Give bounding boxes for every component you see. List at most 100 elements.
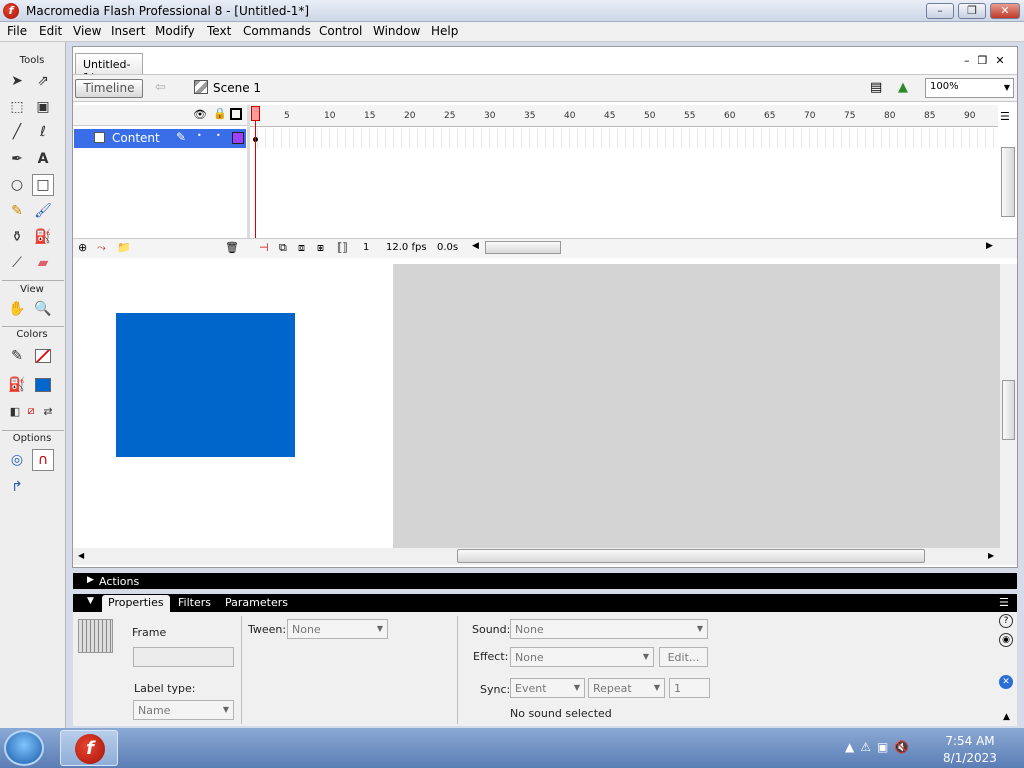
lock-dot[interactable]: • <box>216 131 221 140</box>
text-tool-icon[interactable]: A <box>32 148 54 170</box>
swap-colors-icon[interactable]: ⇄ <box>37 400 59 422</box>
fill-color-icon[interactable]: ⛽ <box>6 374 28 396</box>
tween-select[interactable]: None ▼ <box>287 619 388 639</box>
rectangle-tool-icon[interactable]: □ <box>32 174 54 196</box>
selection-tool-icon[interactable]: ➤ <box>6 70 28 92</box>
tab-parameters[interactable]: Parameters <box>225 596 288 609</box>
add-motion-guide-icon[interactable]: ⤳ <box>97 241 106 255</box>
scroll-left-icon[interactable]: ◀ <box>472 241 479 251</box>
blue-rectangle-shape[interactable] <box>116 313 295 457</box>
edit-scene-icon[interactable]: ▤ <box>870 80 882 95</box>
timeline-vscroll-thumb[interactable] <box>1001 147 1015 217</box>
zoom-select[interactable]: 100% ▼ <box>925 78 1014 98</box>
free-transform-tool-icon[interactable]: ⬚ <box>6 96 28 118</box>
menu-help[interactable]: Help <box>431 24 458 38</box>
snap-magnet-icon[interactable]: ∩ <box>32 449 54 471</box>
lock-icon[interactable]: 🔒 <box>213 107 227 120</box>
effect-select[interactable]: None ▼ <box>510 647 654 667</box>
menu-commands[interactable]: Commands <box>243 24 311 38</box>
layer-row[interactable]: Content ✎ • • <box>74 129 246 148</box>
playhead[interactable] <box>251 106 260 121</box>
clock[interactable]: 7:54 AM 8/1/2023 <box>940 733 1000 767</box>
repeat-select[interactable]: Repeat ▼ <box>588 678 665 698</box>
stage-hscroll-thumb[interactable] <box>457 549 925 563</box>
minimize-button[interactable]: – <box>926 3 954 19</box>
actions-panel-header[interactable]: ▶ Actions <box>73 573 1017 589</box>
add-folder-icon[interactable]: 📁 <box>117 241 131 254</box>
stage-vscroll-thumb[interactable] <box>1002 380 1015 440</box>
edit-multiple-frames-icon[interactable]: ⧆ <box>317 241 324 255</box>
frame-rate[interactable]: 12.0 fps <box>386 242 427 253</box>
outline-color-swatch[interactable] <box>232 132 244 144</box>
menu-text[interactable]: Text <box>207 24 231 38</box>
scroll-right-icon[interactable]: ▶ <box>986 241 993 251</box>
stroke-color-icon[interactable]: ✎ <box>6 345 28 367</box>
flash-taskbar-button[interactable]: f <box>60 730 118 766</box>
eraser-tool-icon[interactable]: ▰ <box>32 252 54 274</box>
timeline-divider[interactable] <box>247 105 250 258</box>
timeline-hscroll-thumb[interactable] <box>485 241 561 254</box>
fill-color-swatch[interactable] <box>32 374 54 396</box>
stroke-color-swatch[interactable] <box>32 345 54 367</box>
subselection-tool-icon[interactable]: ⇗ <box>32 70 54 92</box>
document-tab[interactable]: Untitled-1* <box>75 53 143 84</box>
maximize-button[interactable]: ❐ <box>958 3 986 19</box>
expand-panel-icon[interactable]: ▲ <box>1003 712 1010 722</box>
eye-icon[interactable]: 👁 <box>193 108 207 121</box>
onion-markers-icon[interactable]: ⟦⟧ <box>337 241 348 254</box>
menu-modify[interactable]: Modify <box>155 24 195 38</box>
panel-menu-icon[interactable]: ☰ <box>999 596 1009 609</box>
eyedropper-tool-icon[interactable]: ⟋ <box>6 252 28 274</box>
scroll-left-icon[interactable]: ◀ <box>78 551 84 560</box>
onion-outlines-icon[interactable]: ⧈ <box>298 241 305 255</box>
pen-tool-icon[interactable]: ✒ <box>6 148 28 170</box>
object-drawing-icon[interactable]: ◎ <box>6 449 28 471</box>
zoom-tool-icon[interactable]: 🔍 <box>32 298 54 320</box>
label-type-select[interactable]: Name ▼ <box>133 700 234 720</box>
close-button[interactable]: ✕ <box>990 3 1020 19</box>
menu-insert[interactable]: Insert <box>111 24 145 38</box>
outline-icon[interactable] <box>230 108 242 120</box>
menu-control[interactable]: Control <box>319 24 362 38</box>
back-arrow-icon[interactable]: ⇦ <box>155 80 166 95</box>
pencil-tool-icon[interactable]: ✎ <box>6 200 28 222</box>
menu-window[interactable]: Window <box>373 24 420 38</box>
timeline-toggle-button[interactable]: Timeline <box>75 79 143 98</box>
repeat-count-input[interactable]: 1 <box>669 678 710 698</box>
line-tool-icon[interactable]: ╱ <box>6 121 28 143</box>
start-button[interactable] <box>4 730 44 766</box>
sound-select[interactable]: None ▼ <box>510 619 708 639</box>
lasso-tool-icon[interactable]: ℓ <box>32 121 54 143</box>
timeline-menu-icon[interactable]: ☰ <box>1000 110 1010 123</box>
add-layer-icon[interactable]: ⊕ <box>78 241 87 254</box>
frame-ruler[interactable]: 1 5 10 15 20 25 30 35 40 45 50 55 60 65 … <box>250 105 998 127</box>
paint-bucket-tool-icon[interactable]: ⛽ <box>32 226 54 248</box>
accessibility-icon[interactable]: ◉ <box>999 633 1013 647</box>
help-icon[interactable]: ? <box>999 614 1013 628</box>
menu-view[interactable]: View <box>73 24 101 38</box>
edit-effect-button[interactable]: Edit... <box>659 647 708 667</box>
frame-name-input[interactable] <box>133 647 234 667</box>
scene-label[interactable]: Scene 1 <box>213 81 261 95</box>
smooth-option-icon[interactable]: ↱ <box>6 476 28 498</box>
collapse-arrow-icon[interactable]: ▼ <box>87 596 94 606</box>
trash-icon[interactable]: 🗑 <box>225 241 239 254</box>
collapse-panel-icon[interactable]: ✕ <box>999 675 1013 689</box>
document-window-controls[interactable]: –❐✕ <box>964 54 1013 67</box>
tab-filters[interactable]: Filters <box>178 596 211 609</box>
scroll-right-icon[interactable]: ▶ <box>988 551 994 560</box>
visibility-dot[interactable]: • <box>197 131 202 140</box>
tab-properties[interactable]: Properties <box>102 595 170 612</box>
oval-tool-icon[interactable]: ○ <box>6 174 28 196</box>
ink-bottle-tool-icon[interactable]: ⚱ <box>6 226 28 248</box>
edit-symbols-icon[interactable]: ▲ <box>898 80 908 95</box>
system-tray[interactable]: ▲⚠▣🔇 <box>845 740 915 754</box>
sync-select[interactable]: Event ▼ <box>510 678 585 698</box>
menu-edit[interactable]: Edit <box>39 24 62 38</box>
hand-tool-icon[interactable]: ✋ <box>6 298 28 320</box>
center-frame-icon[interactable]: ⊣ <box>259 241 269 254</box>
menu-file[interactable]: File <box>7 24 27 38</box>
frame-grid[interactable] <box>250 129 998 148</box>
gradient-transform-tool-icon[interactable]: ▣ <box>32 96 54 118</box>
onion-skin-icon[interactable]: ⧉ <box>279 241 287 255</box>
